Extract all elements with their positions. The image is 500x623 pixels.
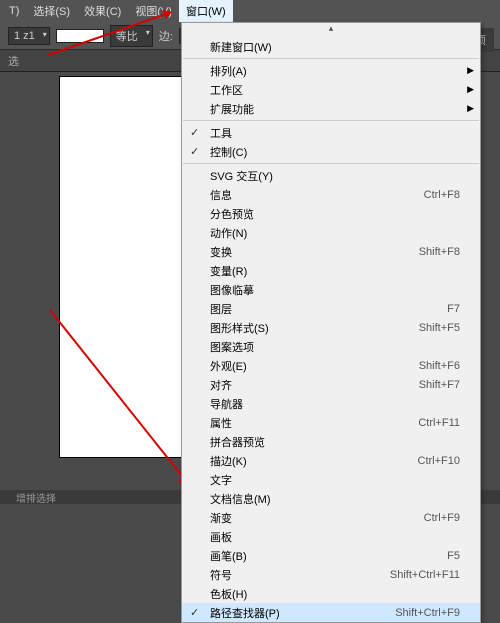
menu-shortcut: F7 xyxy=(447,303,460,315)
menu-shortcut: Ctrl+F10 xyxy=(418,455,461,467)
menu-item[interactable]: 图形样式(S) Shift+F5 xyxy=(182,318,480,337)
zoom-dropdown[interactable]: 1 z1 xyxy=(8,27,50,45)
menu-item-label: 工作区 xyxy=(210,82,243,98)
menu-separator xyxy=(183,163,479,164)
menu-item[interactable]: 文档信息(M) xyxy=(182,489,480,508)
menu-shortcut: Shift+F8 xyxy=(419,246,460,258)
menu-item[interactable]: 拼合器预览 xyxy=(182,432,480,451)
menu-item[interactable]: 动作(N) xyxy=(182,223,480,242)
menu-item[interactable]: 渐变 Ctrl+F9 xyxy=(182,508,480,527)
menu-shortcut: Shift+Ctrl+F9 xyxy=(395,607,460,619)
menu-item[interactable]: 图案选项 xyxy=(182,337,480,356)
menu-item-label: 控制(C) xyxy=(210,144,247,160)
menu-item[interactable]: 分色预览 xyxy=(182,204,480,223)
menu-separator xyxy=(183,58,479,59)
menu-item-label: 变换 xyxy=(210,244,232,260)
menu-shortcut: Shift+F5 xyxy=(419,322,460,334)
menu-scroll-up[interactable]: ▴ xyxy=(182,23,480,37)
menu-item[interactable]: 变量(R) xyxy=(182,261,480,280)
menu-item[interactable]: 图层 F7 xyxy=(182,299,480,318)
menu-item-label: 外观(E) xyxy=(210,358,247,374)
menu-item-label: 符号 xyxy=(210,567,232,583)
menu-separator xyxy=(183,120,479,121)
menu-item-label: 工具 xyxy=(210,125,232,141)
stroke-profile-dropdown[interactable]: 等比 xyxy=(110,25,153,47)
menu-item[interactable]: 扩展功能 ▶ xyxy=(182,99,480,118)
menu-shortcut: Shift+F6 xyxy=(419,360,460,372)
menu-t[interactable]: T) xyxy=(2,2,26,20)
check-icon: ✓ xyxy=(190,126,199,139)
menu-window[interactable]: 窗口(W) xyxy=(179,0,233,22)
menu-shortcut: F5 xyxy=(447,550,460,562)
menu-item[interactable]: 信息 Ctrl+F8 xyxy=(182,185,480,204)
menu-item-label: 描边(K) xyxy=(210,453,247,469)
menu-item-label: 渐变 xyxy=(210,510,232,526)
menu-item-label: 文档信息(M) xyxy=(210,491,271,507)
menu-shortcut: Ctrl+F8 xyxy=(424,189,460,201)
menu-item[interactable]: 变换 Shift+F8 xyxy=(182,242,480,261)
menu-item-label: 图像临摹 xyxy=(210,282,254,298)
menu-item-label: 画板 xyxy=(210,529,232,545)
menu-item[interactable]: 工作区 ▶ xyxy=(182,80,480,99)
menu-item-label: 图案选项 xyxy=(210,339,254,355)
menu-item-label: 新建窗口(W) xyxy=(210,39,272,55)
menu-item[interactable]: 图像临摹 xyxy=(182,280,480,299)
menu-item[interactable]: 对齐 Shift+F7 xyxy=(182,375,480,394)
submenu-arrow-icon: ▶ xyxy=(467,103,474,114)
stroke-preview[interactable] xyxy=(56,29,104,43)
menu-shortcut: Ctrl+F11 xyxy=(418,417,460,429)
menu-item-label: 文字 xyxy=(210,472,232,488)
menu-shortcut: Shift+Ctrl+F11 xyxy=(390,569,460,581)
menu-item-label: 扩展功能 xyxy=(210,101,254,117)
menu-item[interactable]: ✓ 控制(C) xyxy=(182,142,480,161)
check-icon: ✓ xyxy=(190,145,199,158)
menu-effect[interactable]: 效果(C) xyxy=(77,0,128,22)
menu-item[interactable]: 描边(K) Ctrl+F10 xyxy=(182,451,480,470)
menu-item[interactable]: 导航器 xyxy=(182,394,480,413)
status-tool: 增排选择 xyxy=(16,490,56,505)
menu-item[interactable]: 画笔(B) F5 xyxy=(182,546,480,565)
menu-item[interactable]: 色板(H) xyxy=(182,584,480,603)
menu-item-label: 信息 xyxy=(210,187,232,203)
menu-item[interactable]: ✓ 工具 xyxy=(182,123,480,142)
menu-item[interactable]: 文字 xyxy=(182,470,480,489)
menu-item-label: SVG 交互(Y) xyxy=(210,168,273,184)
menubar: T) 选择(S) 效果(C) 视图(V) 窗口(W) xyxy=(0,0,500,22)
document-tab[interactable]: 选 xyxy=(8,53,19,69)
shape-sides-label: 边: xyxy=(159,28,173,44)
menu-shortcut: Shift+F7 xyxy=(419,379,460,391)
menu-item-label: 图层 xyxy=(210,301,232,317)
menu-item-label: 画笔(B) xyxy=(210,548,247,564)
menu-item-label: 色板(H) xyxy=(210,586,247,602)
menu-item-label: 导航器 xyxy=(210,396,243,412)
menu-view[interactable]: 视图(V) xyxy=(128,0,179,22)
menu-item-label: 属性 xyxy=(210,415,232,431)
menu-item-label: 路径查找器(P) xyxy=(210,605,280,621)
submenu-arrow-icon: ▶ xyxy=(467,65,474,76)
menu-item-label: 对齐 xyxy=(210,377,232,393)
menu-item[interactable]: 外观(E) Shift+F6 xyxy=(182,356,480,375)
menu-item[interactable]: SVG 交互(Y) xyxy=(182,166,480,185)
menu-shortcut: Ctrl+F9 xyxy=(424,512,460,524)
menu-item-label: 动作(N) xyxy=(210,225,247,241)
menu-item-label: 分色预览 xyxy=(210,206,254,222)
menu-item[interactable]: 符号 Shift+Ctrl+F11 xyxy=(182,565,480,584)
submenu-arrow-icon: ▶ xyxy=(467,84,474,95)
check-icon: ✓ xyxy=(190,606,199,619)
menu-item-label: 拼合器预览 xyxy=(210,434,265,450)
menu-item[interactable]: 排列(A) ▶ xyxy=(182,61,480,80)
menu-select[interactable]: 选择(S) xyxy=(26,0,77,22)
menu-item[interactable]: 属性 Ctrl+F11 xyxy=(182,413,480,432)
menu-item-label: 变量(R) xyxy=(210,263,247,279)
menu-item-label: 排列(A) xyxy=(210,63,247,79)
menu-item-label: 图形样式(S) xyxy=(210,320,269,336)
menu-item[interactable]: ✓ 路径查找器(P) Shift+Ctrl+F9 xyxy=(182,603,480,622)
menu-item[interactable]: 画板 xyxy=(182,527,480,546)
menu-item[interactable]: 新建窗口(W) xyxy=(182,37,480,56)
window-menu-dropdown: ▴ 新建窗口(W) 排列(A) ▶ 工作区 ▶ 扩展功能 ▶ ✓ 工具 ✓ 控制(C) SVG 交互(… xyxy=(181,22,481,623)
